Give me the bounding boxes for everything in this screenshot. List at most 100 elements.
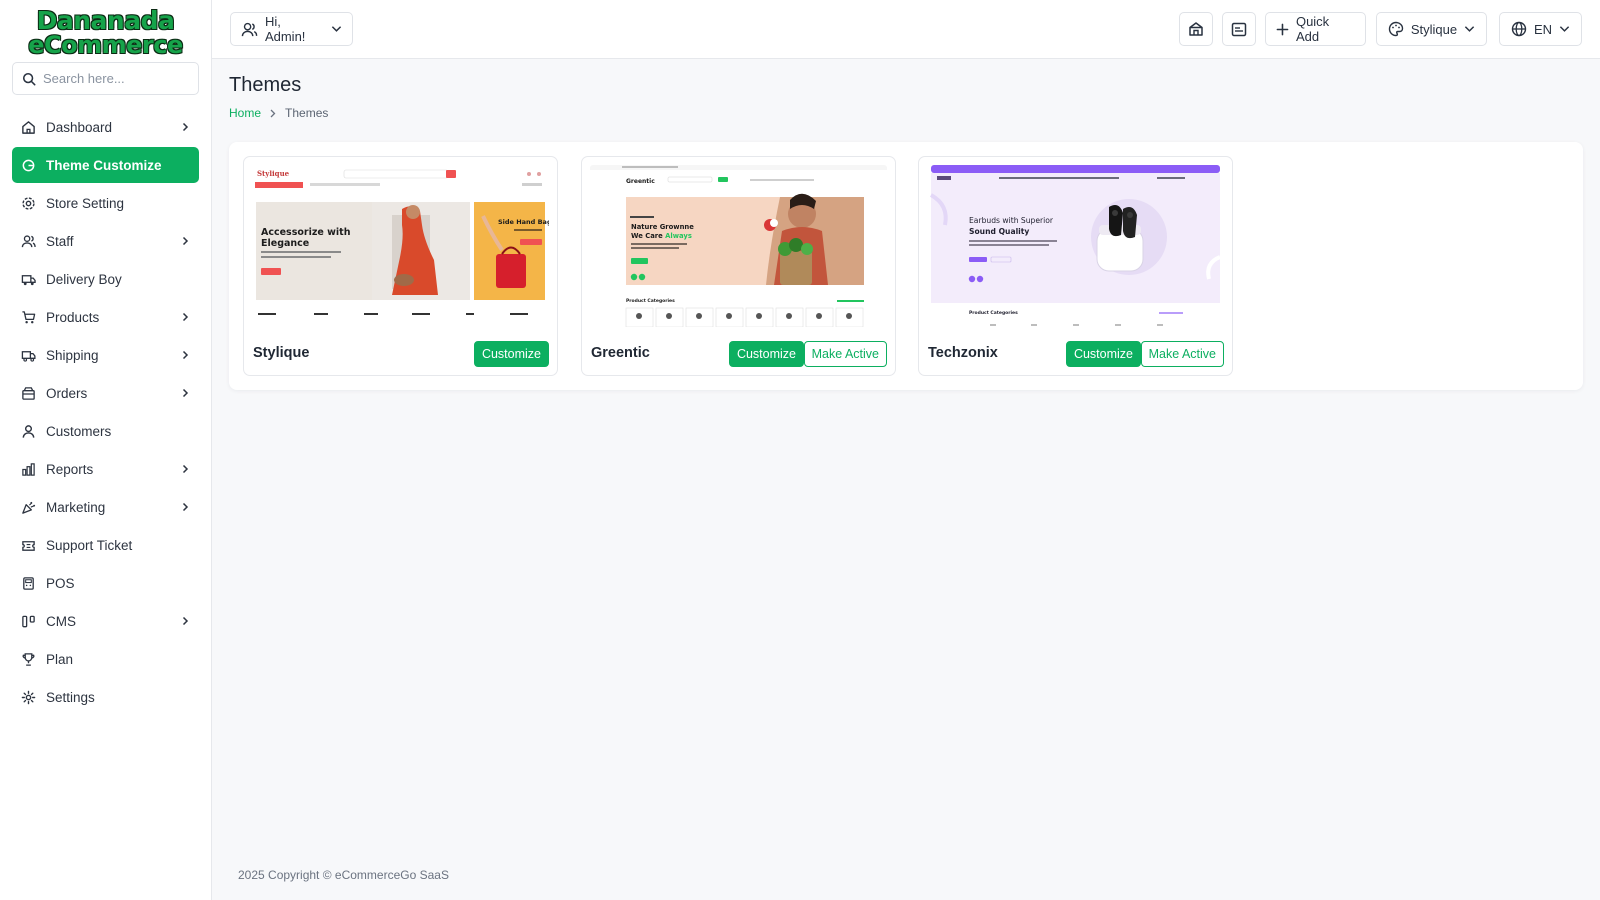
sidebar-item-settings[interactable]: Settings	[12, 679, 199, 715]
top-header: Hi, Admin! Quick Add Stylique EN	[212, 0, 1600, 59]
admin-greeting: Hi, Admin!	[264, 14, 306, 44]
sidebar-search	[12, 62, 199, 95]
chevron-right-icon	[182, 312, 189, 322]
plus-icon	[1276, 23, 1289, 35]
sidebar: Dananada eCommerce Dashboard Theme Custom…	[0, 0, 212, 900]
svg-text:Sound Quality: Sound Quality	[969, 227, 1029, 236]
gear-icon	[21, 690, 36, 704]
store-home-button[interactable]	[1179, 12, 1213, 46]
sidebar-item-label: Shipping	[46, 347, 99, 363]
sidebar-item-plan[interactable]: Plan	[12, 641, 199, 677]
customize-button[interactable]: Customize	[728, 341, 804, 367]
preview-logo: Greentic	[626, 178, 655, 185]
breadcrumb-current: Themes	[285, 106, 329, 120]
ticket-icon	[22, 540, 35, 551]
trophy-icon	[22, 652, 35, 666]
language-value: EN	[1533, 21, 1553, 37]
breadcrumb: Home Themes	[229, 106, 328, 120]
sidebar-item-reports[interactable]: Reports	[12, 451, 199, 487]
sidebar-item-label: Plan	[46, 651, 74, 667]
chevron-right-icon	[182, 388, 189, 398]
sidebar-item-support-ticket[interactable]: Support Ticket	[12, 527, 199, 563]
preview-logo: Stylique	[257, 169, 290, 178]
sidebar-item-label: Reports	[46, 461, 94, 477]
cart-icon	[22, 310, 36, 323]
chevron-right-icon	[182, 464, 189, 474]
chevron-down-icon	[1464, 26, 1475, 32]
svg-text:Accessorize with: Accessorize with	[261, 227, 351, 238]
truck-icon	[21, 274, 36, 285]
chart-icon	[22, 462, 35, 476]
sidebar-item-label: Theme Customize	[46, 157, 162, 173]
pos-link-button[interactable]	[1222, 12, 1256, 46]
chevron-right-icon	[182, 236, 189, 246]
sidebar-item-staff[interactable]: Staff	[12, 223, 199, 259]
users-icon	[21, 234, 36, 247]
palette-icon	[1388, 21, 1404, 37]
brand-logo[interactable]: Dananada eCommerce	[0, 0, 211, 62]
sidebar-menu: Dashboard Theme Customize Store Setting Sta…	[0, 109, 211, 715]
sidebar-item-dashboard[interactable]: Dashboard	[12, 109, 199, 145]
sidebar-item-label: Settings	[46, 689, 95, 705]
sidebar-item-label: Orders	[46, 385, 88, 401]
sidebar-item-label: Products	[46, 309, 100, 325]
confetti-icon	[22, 501, 36, 514]
user-icon	[22, 424, 35, 438]
sidebar-item-theme-customize[interactable]: Theme Customize	[12, 147, 199, 183]
chevron-right-icon	[270, 109, 276, 117]
sidebar-item-customers[interactable]: Customers	[12, 413, 199, 449]
columns-icon	[22, 615, 35, 627]
sidebar-item-pos[interactable]: POS	[12, 565, 199, 601]
sidebar-item-label: Store Setting	[46, 195, 125, 211]
sidebar-item-label: Dashboard	[46, 119, 113, 135]
sidebar-item-delivery-boy[interactable]: Delivery Boy	[12, 261, 199, 297]
svg-text:Product Categories: Product Categories	[969, 310, 1018, 316]
sidebar-item-orders[interactable]: Orders	[12, 375, 199, 411]
make-active-button[interactable]: Make Active	[1140, 341, 1224, 367]
svg-text:Elegance: Elegance	[261, 238, 309, 249]
search-input[interactable]	[43, 71, 193, 86]
chevron-down-icon	[1559, 26, 1570, 32]
themes-panel: Stylique Accessorize with Elegance Side …	[229, 142, 1583, 390]
admin-menu-button[interactable]: Hi, Admin!	[230, 12, 353, 46]
sidebar-item-label: Delivery Boy	[46, 271, 122, 287]
page-title: Themes	[229, 74, 302, 96]
customize-button[interactable]: Customize	[473, 341, 549, 367]
quick-add-button[interactable]: Quick Add	[1265, 12, 1366, 46]
brand-logo-line2: eCommerce	[28, 30, 183, 59]
theme-name: Stylique	[253, 345, 310, 361]
theme-icon	[22, 159, 35, 171]
sidebar-item-shipping[interactable]: Shipping	[12, 337, 199, 373]
customize-button[interactable]: Customize	[1065, 341, 1141, 367]
sidebar-item-label: POS	[46, 575, 75, 591]
sidebar-item-label: Staff	[46, 233, 74, 249]
chevron-down-icon	[331, 26, 342, 32]
theme-preview-greentic[interactable]: Greentic Nature Grownne We Care Always P…	[590, 165, 887, 327]
sidebar-item-label: CMS	[46, 613, 76, 629]
settings-icon	[22, 196, 35, 210]
sidebar-item-products[interactable]: Products	[12, 299, 199, 335]
sidebar-item-cms[interactable]: CMS	[12, 603, 199, 639]
breadcrumb-home-link[interactable]: Home	[229, 106, 261, 120]
chevron-right-icon	[182, 502, 189, 512]
svg-text:Product Categories: Product Categories	[626, 298, 675, 304]
theme-preview-techzonix[interactable]: Earbuds with Superior Sound Quality Prod…	[927, 165, 1224, 327]
theme-preview-stylique[interactable]: Stylique Accessorize with Elegance Side …	[252, 165, 549, 327]
sidebar-item-marketing[interactable]: Marketing	[12, 489, 199, 525]
language-select-button[interactable]: EN	[1499, 12, 1582, 46]
chevron-right-icon	[182, 350, 189, 360]
theme-name: Techzonix	[928, 345, 998, 361]
users-icon	[241, 22, 258, 36]
theme-select-button[interactable]: Stylique	[1376, 12, 1487, 46]
theme-select-value: Stylique	[1410, 21, 1458, 37]
svg-text:Side Hand Bag: Side Hand Bag	[498, 218, 549, 226]
quick-add-label: Quick Add	[1295, 14, 1330, 44]
sidebar-item-store-setting[interactable]: Store Setting	[12, 185, 199, 221]
make-active-button[interactable]: Make Active	[803, 341, 887, 367]
brand-logo-line1: Dananada	[36, 5, 175, 35]
pos-icon	[23, 576, 34, 590]
search-icon	[22, 72, 36, 85]
sidebar-item-label: Support Ticket	[46, 537, 133, 553]
chevron-right-icon	[182, 122, 189, 132]
theme-card-stylique: Stylique Accessorize with Elegance Side …	[243, 156, 558, 376]
